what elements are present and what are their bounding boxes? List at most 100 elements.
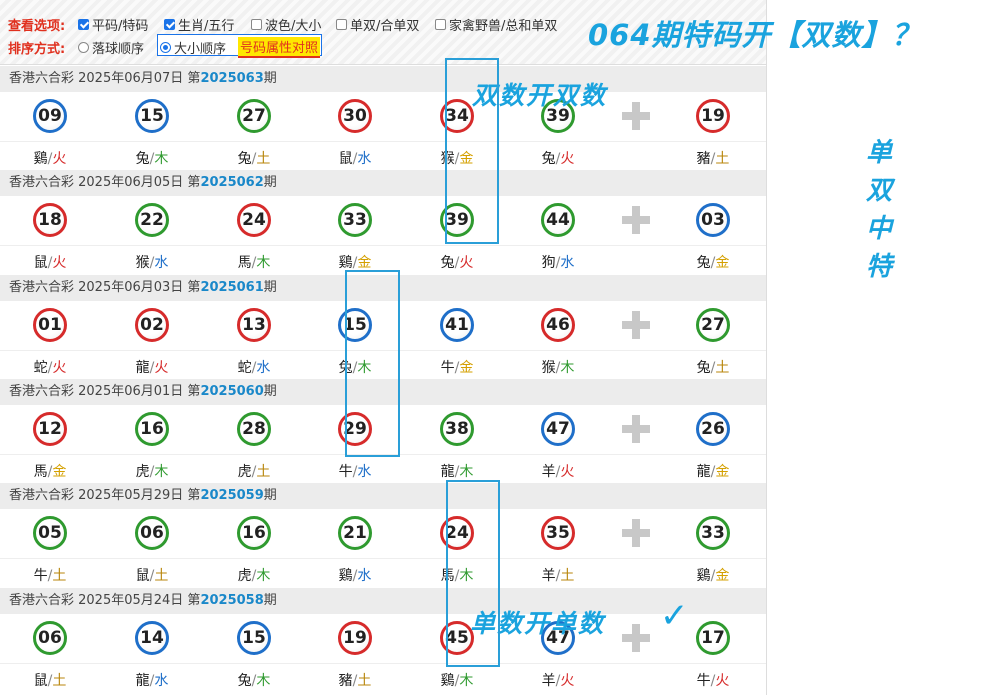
attr-table-link[interactable]: 号码属性对照 [238, 37, 321, 58]
sort-draw-order[interactable]: 落球顺序 [78, 38, 144, 57]
option-zodiac-element[interactable]: 生肖/五行 [164, 15, 234, 34]
number-ball: 35 [541, 516, 575, 551]
sort-label: 排序方式: [8, 42, 66, 57]
element: 水 [154, 672, 169, 689]
zodiac: 兔 [440, 255, 455, 272]
number-ball: 16 [135, 411, 169, 446]
draw-period[interactable]: 2025061 [200, 280, 263, 295]
draw-period[interactable]: 2025059 [200, 488, 263, 503]
zodiac-element-label: 龍/木 [440, 463, 474, 480]
element: 金 [52, 463, 67, 480]
element: 火 [560, 151, 575, 167]
zodiac-element-label: 蛇/火 [33, 359, 67, 376]
vertical-char-2: 双 [866, 176, 893, 206]
draw-suffix: 期 [263, 488, 277, 504]
checkbox-color-size[interactable] [251, 19, 262, 30]
option-odd-even[interactable]: 单双/合单双 [336, 15, 419, 34]
element: 火 [459, 255, 474, 272]
highlight-box-3 [446, 480, 500, 667]
zodiac: 鼠 [33, 255, 48, 272]
option-beast-sum[interactable]: 家禽野兽/总和单双 [435, 15, 557, 34]
radio-draw-order[interactable] [78, 42, 89, 53]
special-number-ball: 03 [696, 203, 730, 238]
draw-suffix: 期 [263, 71, 277, 86]
sort-size-order[interactable]: 大小顺序 [160, 38, 226, 57]
zodiac: 虎 [237, 463, 252, 480]
number-ball: 05 [33, 516, 67, 551]
number-ball: 19 [338, 620, 372, 655]
highlight-box-2 [345, 270, 400, 457]
zodiac-element-label: 鼠/土 [135, 568, 169, 585]
special-number-ball: 17 [696, 620, 730, 655]
checkbox-zodiac-element[interactable] [164, 19, 175, 30]
vertical-char-1: 单 [866, 138, 893, 168]
element: 木 [459, 672, 474, 689]
element: 水 [357, 463, 372, 480]
option-flat-special[interactable]: 平码/特码 [78, 15, 148, 34]
zodiac: 牛 [338, 463, 353, 480]
draw-suffix: 期 [263, 592, 277, 608]
checkbox-flat-special[interactable] [78, 19, 89, 30]
number-ball: 28 [237, 411, 271, 446]
draw-header: 香港六合彩 2025年06月07日 第2025063期 [0, 66, 766, 92]
zodiac-element-label: 兔/土 [237, 151, 271, 167]
radio-size-order[interactable] [160, 42, 171, 53]
zodiac-element-label: 豬/土 [696, 151, 730, 167]
number-ball: 02 [135, 307, 169, 342]
draw-header: 香港六合彩 2025年05月24日 第2025058期 [0, 587, 766, 614]
zodiac: 羊 [541, 463, 556, 480]
draw-period[interactable]: 2025063 [200, 71, 263, 86]
zodiac-element-label: 虎/木 [237, 568, 271, 585]
zodiac: 虎 [237, 568, 252, 585]
number-ball: 06 [33, 620, 67, 655]
zodiac: 羊 [541, 568, 556, 585]
element: 土 [256, 151, 271, 167]
draw-suffix: 期 [263, 383, 277, 399]
number-ball: 09 [33, 99, 67, 133]
zodiac: 兔 [541, 151, 556, 167]
element: 土 [715, 151, 730, 167]
zodiac-element-label: 兔/金 [696, 255, 730, 272]
element: 木 [154, 151, 169, 167]
zodiac: 鼠 [338, 151, 353, 167]
highlight-box-1 [445, 58, 499, 244]
element: 火 [560, 463, 575, 480]
zodiac: 兔 [237, 151, 252, 167]
number-ball: 13 [237, 307, 271, 342]
element: 金 [357, 255, 372, 272]
number-ball: 22 [135, 203, 169, 238]
draw-date: 香港六合彩 2025年06月05日 第 [9, 175, 201, 191]
zodiac-element-label: 虎/木 [135, 463, 169, 480]
zodiac-element-label: 馬/木 [237, 255, 271, 272]
zodiac-element-label: 兔/木 [237, 672, 271, 689]
number-ball: 44 [541, 203, 575, 238]
number-ball: 38 [440, 411, 474, 446]
element: 火 [52, 359, 67, 376]
row-divider [0, 245, 766, 247]
draw-period[interactable]: 2025060 [200, 384, 263, 399]
number-ball: 24 [237, 203, 271, 238]
draw-date: 香港六合彩 2025年05月24日 第 [9, 592, 201, 608]
draw-period[interactable]: 2025058 [200, 593, 263, 608]
plus-icon [622, 623, 650, 652]
element: 土 [715, 359, 730, 376]
element: 水 [357, 568, 372, 585]
zodiac-element-label: 狗/水 [541, 255, 575, 272]
number-ball: 41 [440, 307, 474, 342]
draw-date: 香港六合彩 2025年06月03日 第 [9, 279, 201, 295]
special-number-ball: 33 [696, 516, 730, 551]
zodiac-element-label: 鷄/金 [696, 568, 730, 585]
zodiac: 狗 [541, 255, 556, 272]
draw-period[interactable]: 2025062 [200, 175, 263, 190]
checkbox-odd-even[interactable] [336, 19, 347, 30]
zodiac: 鼠 [33, 672, 48, 689]
row-divider [0, 141, 766, 142]
checkbox-beast-sum[interactable] [435, 19, 446, 30]
element: 土 [52, 568, 67, 585]
element: 木 [560, 359, 575, 376]
zodiac: 豬 [338, 672, 353, 689]
element: 木 [154, 463, 169, 480]
option-color-size[interactable]: 波色/大小 [251, 15, 321, 34]
check-mark-icon: ✓ [660, 596, 689, 636]
element: 火 [154, 359, 169, 376]
